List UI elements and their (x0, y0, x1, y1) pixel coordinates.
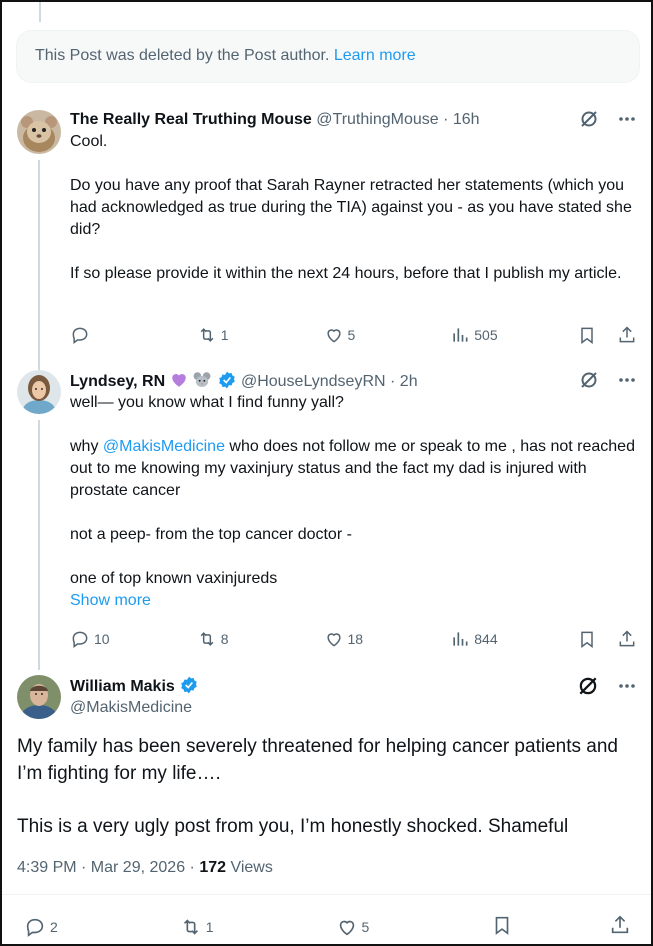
repost-count: 1 (220, 327, 229, 343)
post-actions: 1 5 505 (70, 324, 637, 346)
post-text: well— you know what I find funny yall? w… (70, 392, 637, 590)
post-paragraph: well— you know what I find funny yall? (70, 394, 344, 411)
views-label: Views (226, 859, 273, 876)
share-icon[interactable] (617, 325, 637, 345)
reply-icon (72, 631, 88, 648)
repost-button[interactable]: 1 (180, 916, 240, 938)
purple-heart-icon (170, 371, 188, 396)
like-button[interactable]: 18 (324, 629, 384, 649)
reply-count: 2 (50, 918, 58, 935)
like-count: 5 (361, 918, 370, 935)
bookmark-icon[interactable] (491, 914, 513, 939)
text-segment: why (70, 438, 103, 455)
reply-count: 10 (94, 631, 110, 647)
reply-icon (26, 918, 44, 937)
view-count: 172 (199, 859, 227, 876)
author-handle[interactable]: @HouseLyndseyRN (241, 373, 386, 390)
avatar[interactable] (17, 110, 61, 154)
grok-icon[interactable] (579, 109, 599, 129)
heart-icon (326, 329, 341, 343)
heart-icon (326, 633, 341, 647)
like-button[interactable]: 5 (324, 325, 384, 345)
thread-connector (38, 160, 40, 372)
post-time[interactable]: · 16h (443, 111, 479, 128)
thread-connector (38, 420, 40, 670)
avatar[interactable] (17, 675, 61, 719)
post-paragraph: If so please provide it within the next … (70, 265, 622, 282)
post-paragraph: My family has been severely threatened f… (17, 736, 618, 784)
share-group (577, 325, 637, 345)
reply-button[interactable]: 2 (24, 916, 84, 938)
repost-count: 1 (205, 918, 214, 935)
grok-icon[interactable] (577, 675, 599, 697)
verified-badge-icon[interactable] (217, 371, 237, 390)
like-count: 18 (347, 631, 364, 647)
post-header: The Really Real Truthing Mouse @Truthing… (70, 109, 637, 131)
show-more-link[interactable]: Show more (70, 590, 637, 612)
like-button[interactable]: 5 (336, 916, 396, 938)
deleted-notice-text: This Post was deleted by the Post author… (35, 47, 330, 64)
views-button[interactable]: 505 (450, 325, 510, 345)
post-paragraph: Do you have any proof that Sarah Rayner … (70, 177, 632, 238)
views-icon (453, 632, 468, 646)
grok-icon[interactable] (579, 370, 599, 390)
bookmark-icon[interactable] (577, 629, 597, 649)
post-text: My family has been severely threatened f… (17, 733, 637, 840)
learn-more-link[interactable]: Learn more (334, 47, 416, 64)
deleted-post-notice: This Post was deleted by the Post author… (16, 30, 640, 83)
post-paragraph: not a peep- from the top cancer doctor - (70, 526, 352, 543)
repost-icon (200, 328, 214, 342)
thread-connector (39, 2, 41, 22)
post-paragraph: Cool. (70, 133, 108, 150)
view-count: 505 (474, 327, 498, 343)
post-meta: 4:39 PM · Mar 29, 2026 · 172 Views (17, 859, 273, 877)
share-icon[interactable] (617, 629, 637, 649)
post-text: Cool. Do you have any proof that Sarah R… (70, 131, 637, 285)
reply-button[interactable] (70, 325, 130, 345)
repost-button[interactable]: 8 (197, 629, 257, 649)
share-group (577, 629, 637, 649)
views-button[interactable]: 844 (450, 629, 510, 649)
repost-icon (200, 632, 214, 646)
post-header: Lyndsey, RN @HouseLyndseyRN · 2h (70, 370, 637, 392)
author-name[interactable]: The Really Real Truthing Mouse (70, 111, 312, 128)
post-timestamp[interactable]: 4:39 PM · Mar 29, 2026 · (17, 859, 199, 876)
author-handle[interactable]: @TruthingMouse (316, 111, 438, 128)
author-handle[interactable]: @MakisMedicine (70, 697, 637, 719)
post-paragraph: why @MakisMedicine who does not follow m… (70, 436, 637, 502)
post-paragraph: This is a very ugly post from you, I’m h… (17, 816, 569, 837)
avatar[interactable] (17, 370, 61, 414)
bookmark-icon[interactable] (577, 325, 597, 345)
verified-badge-icon[interactable] (179, 676, 199, 695)
like-count: 5 (347, 327, 356, 343)
view-count: 844 (474, 631, 498, 647)
divider (2, 894, 651, 895)
post-actions: 2 1 5 (24, 914, 631, 939)
post-time[interactable]: · 2h (390, 373, 418, 390)
focused-post: William Makis @MakisMedicine My family h… (2, 672, 651, 944)
post-header: William Makis (70, 675, 637, 697)
reply-button[interactable]: 10 (70, 629, 130, 649)
repost-button[interactable]: 1 (197, 325, 257, 345)
more-options-icon[interactable] (617, 109, 637, 129)
repost-count: 8 (220, 631, 229, 647)
post-paragraph: one of top known vaxinjureds (70, 570, 278, 587)
reply-icon (72, 327, 88, 344)
views-icon (453, 328, 468, 342)
more-options-icon[interactable] (617, 676, 637, 696)
mouse-icon (192, 371, 212, 396)
thread-view: This Post was deleted by the Post author… (0, 0, 653, 946)
mention-link[interactable]: @MakisMedicine (103, 438, 225, 455)
author-name[interactable]: William Makis (70, 678, 175, 695)
share-icon[interactable] (609, 914, 631, 939)
author-name[interactable]: Lyndsey, RN (70, 373, 165, 390)
post-actions: 10 8 18 844 (70, 628, 637, 650)
repost-icon (183, 918, 198, 935)
heart-icon (339, 920, 354, 935)
more-options-icon[interactable] (617, 370, 637, 390)
